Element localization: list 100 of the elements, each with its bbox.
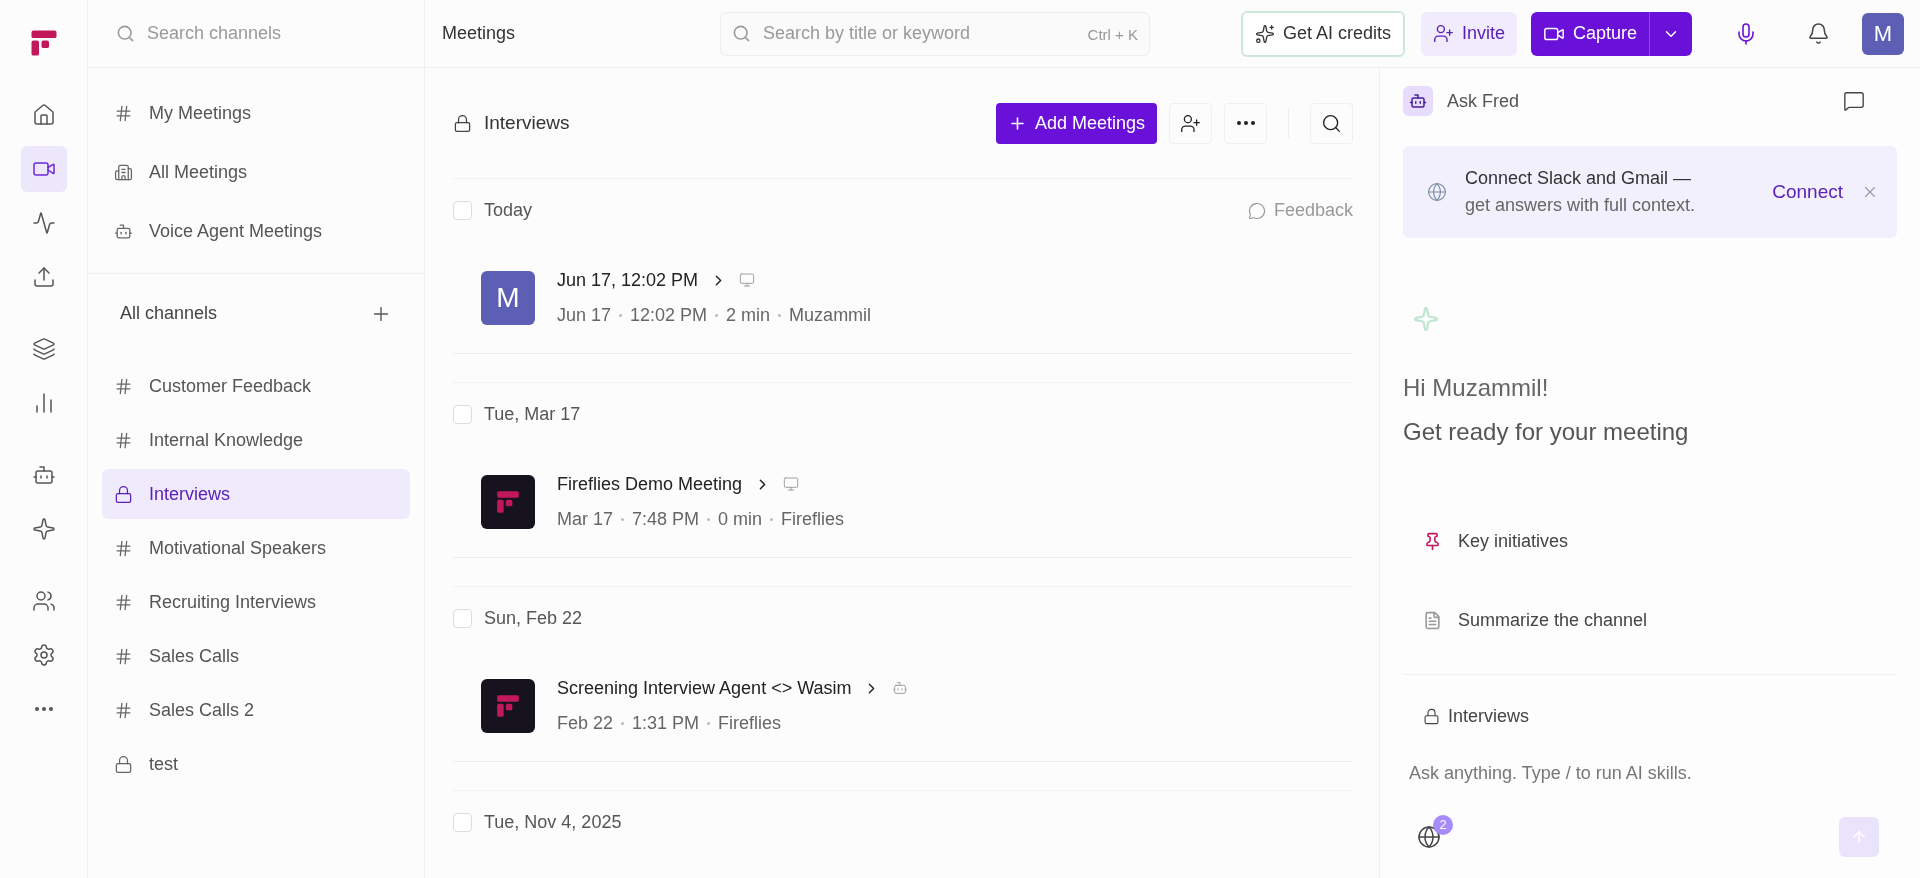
monitor-icon: [739, 272, 756, 288]
channel-item[interactable]: Motivational Speakers: [102, 523, 410, 573]
logo-icon: [495, 692, 521, 719]
channel-item[interactable]: Internal Knowledge: [102, 415, 410, 465]
add-user-icon: [1432, 23, 1454, 44]
group-checkbox[interactable]: [453, 201, 472, 220]
ask-input[interactable]: Ask anything. Type / to run AI skills.: [1409, 760, 1897, 787]
hash-icon: [114, 430, 133, 450]
greeting: Hi Muzammil!: [1403, 373, 1550, 403]
channel-item[interactable]: All Meetings: [102, 147, 410, 197]
lock-icon: [453, 113, 472, 133]
meeting-detail: Muzammil: [789, 303, 872, 327]
meeting-title[interactable]: Screening Interview Agent <> Wasim: [557, 674, 852, 702]
lock-icon: [114, 754, 133, 774]
invite-button[interactable]: Invite: [1420, 11, 1517, 56]
globe-icon[interactable]: [1417, 825, 1441, 849]
channel-item[interactable]: Voice Agent Meetings: [102, 206, 410, 256]
meeting-detail: 7:48 PM: [632, 507, 700, 531]
suggestion-item[interactable]: Key initiatives: [1423, 528, 1897, 555]
suggestion-item[interactable]: Summarize the channel: [1423, 607, 1897, 634]
robot-icon: [892, 680, 909, 696]
date-heading: Sun, Feb 22: [484, 607, 583, 630]
monitor-icon: [783, 476, 800, 492]
search-icon: [1321, 112, 1342, 134]
date-heading: Tue, Nov 4, 2025: [484, 811, 622, 834]
meeting-detail: 1:31 PM: [632, 711, 700, 735]
sparkles-icon: [1254, 23, 1275, 44]
settings-icon: [31, 643, 56, 667]
capture-label: Capture: [1572, 22, 1637, 45]
hash-icon: [114, 376, 133, 396]
search-button[interactable]: [1310, 102, 1353, 144]
hash-icon: [114, 700, 133, 720]
lock-icon: [114, 484, 133, 504]
meeting-title[interactable]: Jun 17, 12:02 PM: [557, 266, 699, 294]
add-user-button[interactable]: [1169, 102, 1212, 144]
hash-icon: [114, 538, 133, 558]
layers-icon: [31, 337, 56, 361]
search-icon: [116, 24, 135, 43]
hash-icon: [114, 646, 133, 666]
meeting-row[interactable]: Fireflies Demo Meeting Mar 17 7:48 PM 0 min Fireflies: [453, 446, 1353, 558]
robot-icon: [31, 463, 56, 487]
banner-title: Connect Slack and Gmail —: [1465, 167, 1693, 190]
channel-item[interactable]: Customer Feedback: [102, 361, 410, 411]
hash-icon: [114, 103, 133, 123]
upload-icon: [31, 265, 56, 289]
date-heading: Today: [484, 199, 533, 222]
meeting-detail: 2 min: [726, 303, 771, 327]
user-avatar[interactable]: M: [1862, 12, 1904, 55]
users-icon: [31, 589, 56, 613]
logo-icon: [495, 488, 521, 515]
channel-item[interactable]: Interviews: [102, 469, 410, 519]
channel-item[interactable]: Recruiting Interviews: [102, 577, 410, 627]
add-meetings-button[interactable]: Add Meetings: [995, 102, 1157, 144]
notification-icon[interactable]: [1807, 22, 1830, 45]
sparkle-icon: [31, 517, 56, 541]
pin-icon: [1423, 532, 1442, 551]
hash-icon: [114, 592, 133, 612]
group-checkbox[interactable]: [453, 609, 472, 628]
robot-icon: [1409, 92, 1427, 110]
context-label: Interviews: [1448, 705, 1530, 728]
meeting-detail: Mar 17: [557, 507, 614, 531]
shortcut-hint: Ctrl + K: [1087, 24, 1138, 45]
group-checkbox[interactable]: [453, 405, 472, 424]
group-checkbox[interactable]: [453, 813, 472, 832]
capture-button[interactable]: Capture: [1530, 11, 1692, 56]
building-icon: [114, 162, 133, 182]
greeting-subtitle: Get ready for your meeting: [1403, 417, 1690, 447]
page-title: Meetings: [442, 22, 517, 45]
home-icon: [31, 103, 56, 127]
section-heading: All channels: [120, 302, 218, 325]
channel-title: Interviews: [484, 110, 570, 135]
ai-credits-button[interactable]: Get AI credits: [1240, 10, 1405, 57]
more-icon: [34, 707, 53, 711]
meeting-detail: Jun 17: [557, 303, 612, 327]
search-icon: [732, 23, 751, 43]
chat-icon[interactable]: [1843, 90, 1865, 112]
more-icon: [1236, 121, 1255, 125]
channel-item[interactable]: test: [102, 739, 410, 789]
meeting-detail: 12:02 PM: [630, 303, 708, 327]
count-badge: 2: [1433, 815, 1453, 835]
channel-item[interactable]: Sales Calls 2: [102, 685, 410, 735]
channel-item[interactable]: Sales Calls: [102, 631, 410, 681]
lock-icon: [1423, 708, 1440, 725]
meeting-detail: Fireflies: [718, 711, 782, 735]
meeting-detail: 0 min: [718, 507, 763, 531]
sparkle-icon: [1413, 306, 1439, 332]
document-icon: [1423, 611, 1442, 630]
channel-search-field[interactable]: Search channels: [147, 20, 387, 47]
connect-link[interactable]: Connect: [1772, 177, 1843, 207]
rail-button[interactable]: [20, 146, 67, 192]
meeting-row[interactable]: Screening Interview Agent <> Wasim Feb 22 1:31 PM Fireflies: [453, 650, 1353, 762]
meeting-avatar: M: [481, 270, 535, 325]
meeting-row[interactable]: M Jun 17, 12:02 PM Jun 17 12:02 PM 2 min Muzammil: [453, 242, 1353, 354]
date-heading: Tue, Mar 17: [484, 403, 581, 426]
add-user-icon: [1180, 112, 1201, 134]
meeting-title[interactable]: Fireflies Demo Meeting: [557, 470, 743, 498]
banner-text: get answers with full context.: [1465, 194, 1696, 217]
meeting-detail: Feb 22: [557, 711, 614, 735]
channel-item[interactable]: My Meetings: [102, 88, 410, 138]
chat-bubble-icon: [1247, 201, 1266, 220]
